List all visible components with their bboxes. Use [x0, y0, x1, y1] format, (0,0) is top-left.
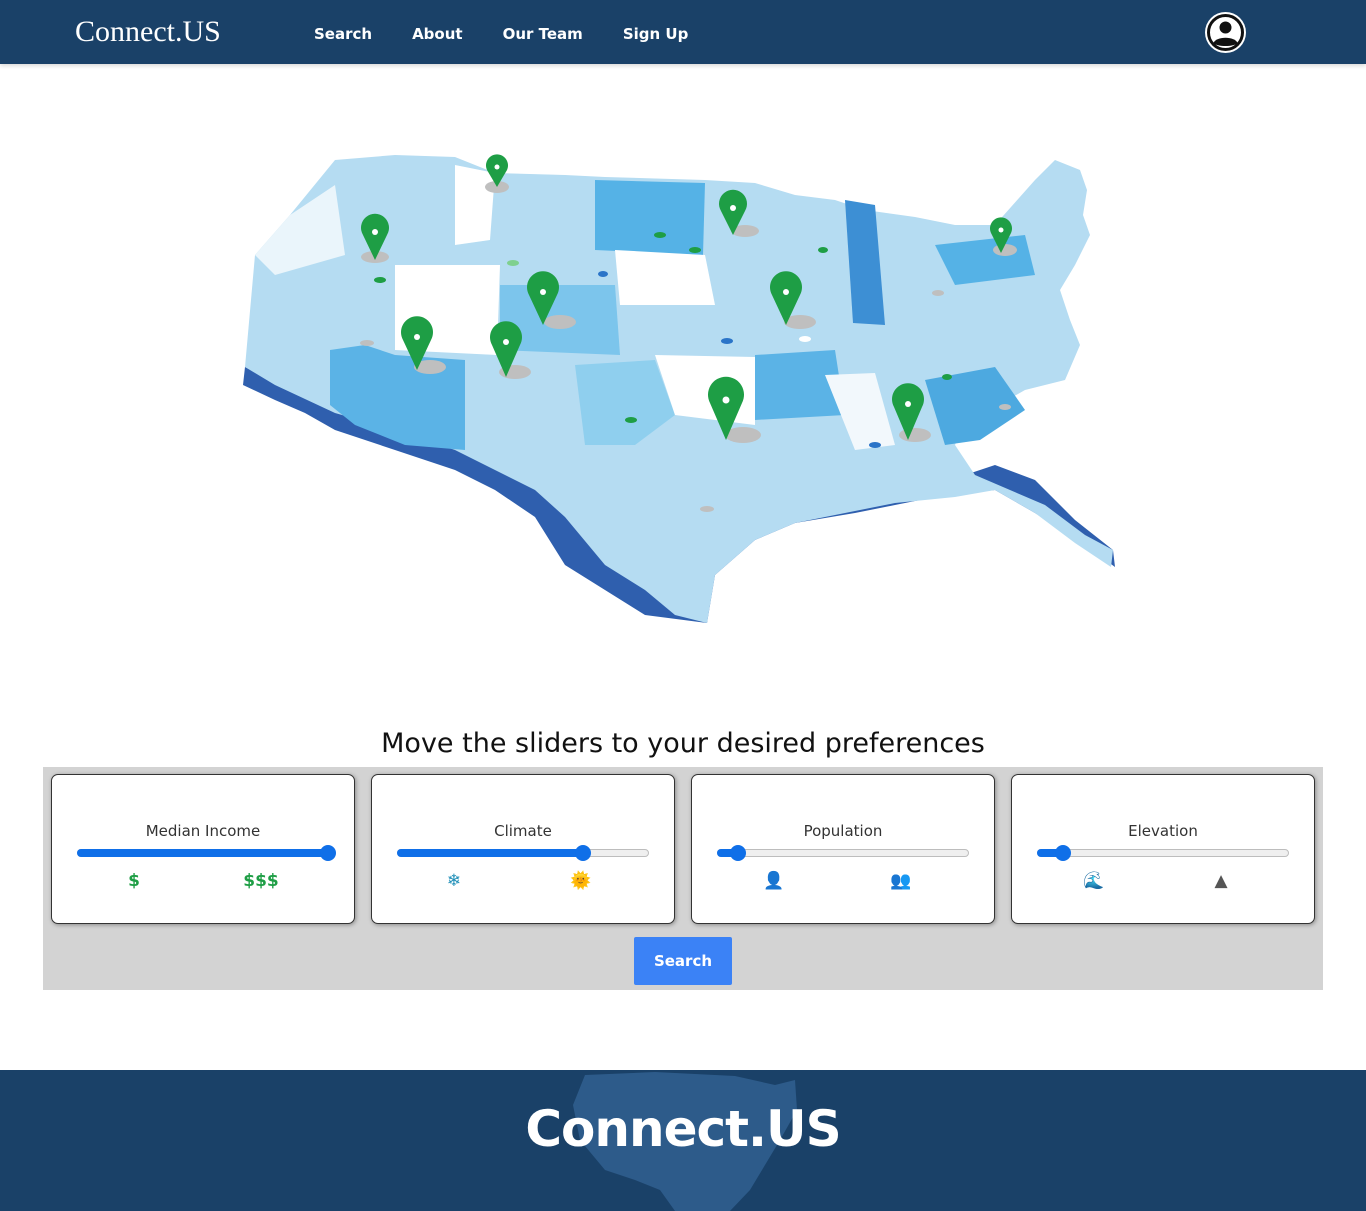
slider-thumb[interactable] — [320, 845, 336, 861]
climate-slider[interactable] — [397, 845, 649, 861]
slider-fill — [77, 849, 329, 857]
climate-card: Climate ❄ 🌞 — [371, 774, 675, 924]
nav-link-sign-up[interactable]: Sign Up — [623, 24, 689, 44]
dollar-icon: $ — [128, 871, 140, 891]
elevation-card: Elevation 🌊 ▲ — [1011, 774, 1315, 924]
slider-fill — [397, 849, 584, 857]
population-label: Population — [803, 822, 883, 840]
nav-link-our-team[interactable]: Our Team — [503, 24, 583, 44]
nav-link-about[interactable]: About — [412, 24, 463, 44]
elevation-label: Elevation — [1128, 822, 1198, 840]
map-state-darker — [595, 180, 705, 255]
nav-link-search[interactable]: Search — [314, 24, 372, 44]
wave-icon: 🌊 — [1083, 871, 1105, 891]
people-icon: 👥 — [890, 871, 912, 891]
slider-thumb[interactable] — [575, 845, 591, 861]
footer: Connect.US — [0, 1070, 1366, 1211]
person-icon: 👤 — [763, 871, 785, 891]
mountain-icon: ▲ — [1214, 871, 1228, 891]
preferences-panel: Median Income $ $$$ Climate ❄ 🌞 Populati… — [43, 767, 1323, 990]
search-button[interactable]: Search — [634, 937, 732, 985]
user-circle-icon[interactable] — [1205, 12, 1246, 53]
map-state-white — [615, 250, 715, 305]
slider-thumb[interactable] — [730, 845, 746, 861]
brand-logo[interactable]: Connect.US — [75, 15, 221, 49]
slider-prompt: Move the sliders to your desired prefere… — [381, 728, 985, 759]
us-map-illustration — [235, 145, 1125, 630]
median-income-card: Median Income $ $$$ — [51, 774, 355, 924]
triple-dollar-icon: $$$ — [243, 871, 279, 891]
median-income-label: Median Income — [145, 822, 261, 840]
nav-links: Search About Our Team Sign Up — [314, 24, 688, 44]
elevation-slider[interactable] — [1037, 845, 1289, 861]
climate-label: Climate — [494, 822, 552, 840]
footer-logo: Connect.US — [525, 1100, 841, 1158]
top-navbar: Connect.US Search About Our Team Sign Up — [0, 0, 1366, 64]
population-card: Population 👤 👥 — [691, 774, 995, 924]
population-slider[interactable] — [717, 845, 969, 861]
snowflake-icon: ❄ — [446, 871, 462, 891]
map-state-white — [455, 165, 495, 245]
map-pin — [361, 213, 389, 263]
median-income-slider[interactable] — [77, 845, 336, 861]
slider-thumb[interactable] — [1055, 845, 1071, 861]
sun-icon: 🌞 — [570, 871, 592, 891]
